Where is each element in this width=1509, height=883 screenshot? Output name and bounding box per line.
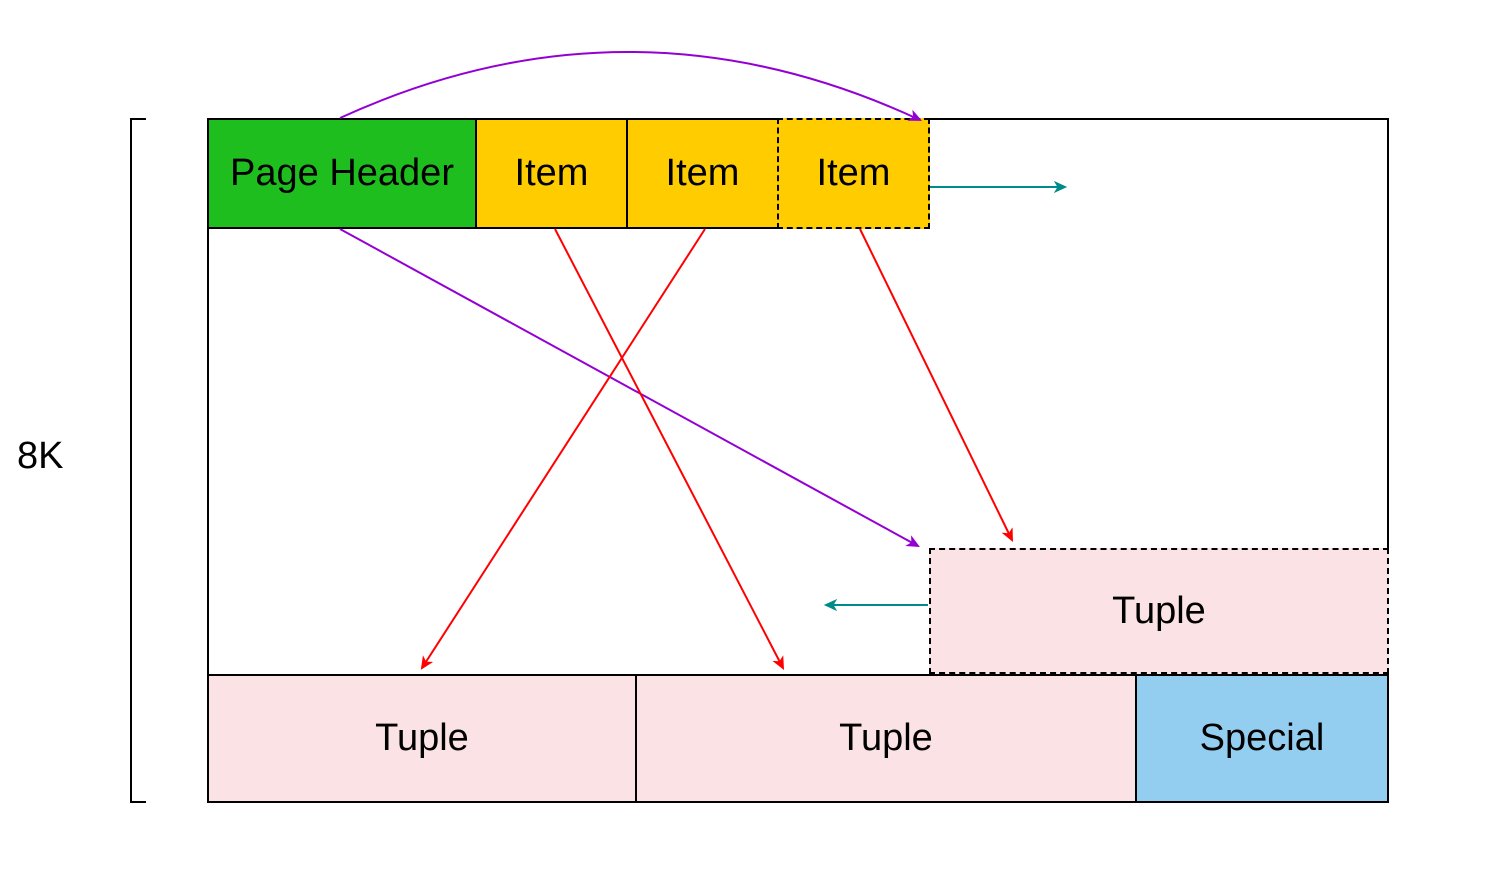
tuple-block-top: Tuple (929, 548, 1389, 674)
tuple-block-bottom-2: Tuple (635, 674, 1137, 803)
item-block-2: Item (626, 118, 779, 229)
tuple-block-bottom-1: Tuple (207, 674, 637, 803)
item-block-1: Item (475, 118, 628, 229)
item-block-3: Item (777, 118, 930, 229)
arrow-header-to-item3 (340, 52, 920, 120)
size-label: 8K (17, 435, 63, 478)
special-block: Special (1135, 674, 1389, 803)
page-header-block: Page Header (207, 118, 477, 229)
size-bracket (130, 118, 132, 803)
